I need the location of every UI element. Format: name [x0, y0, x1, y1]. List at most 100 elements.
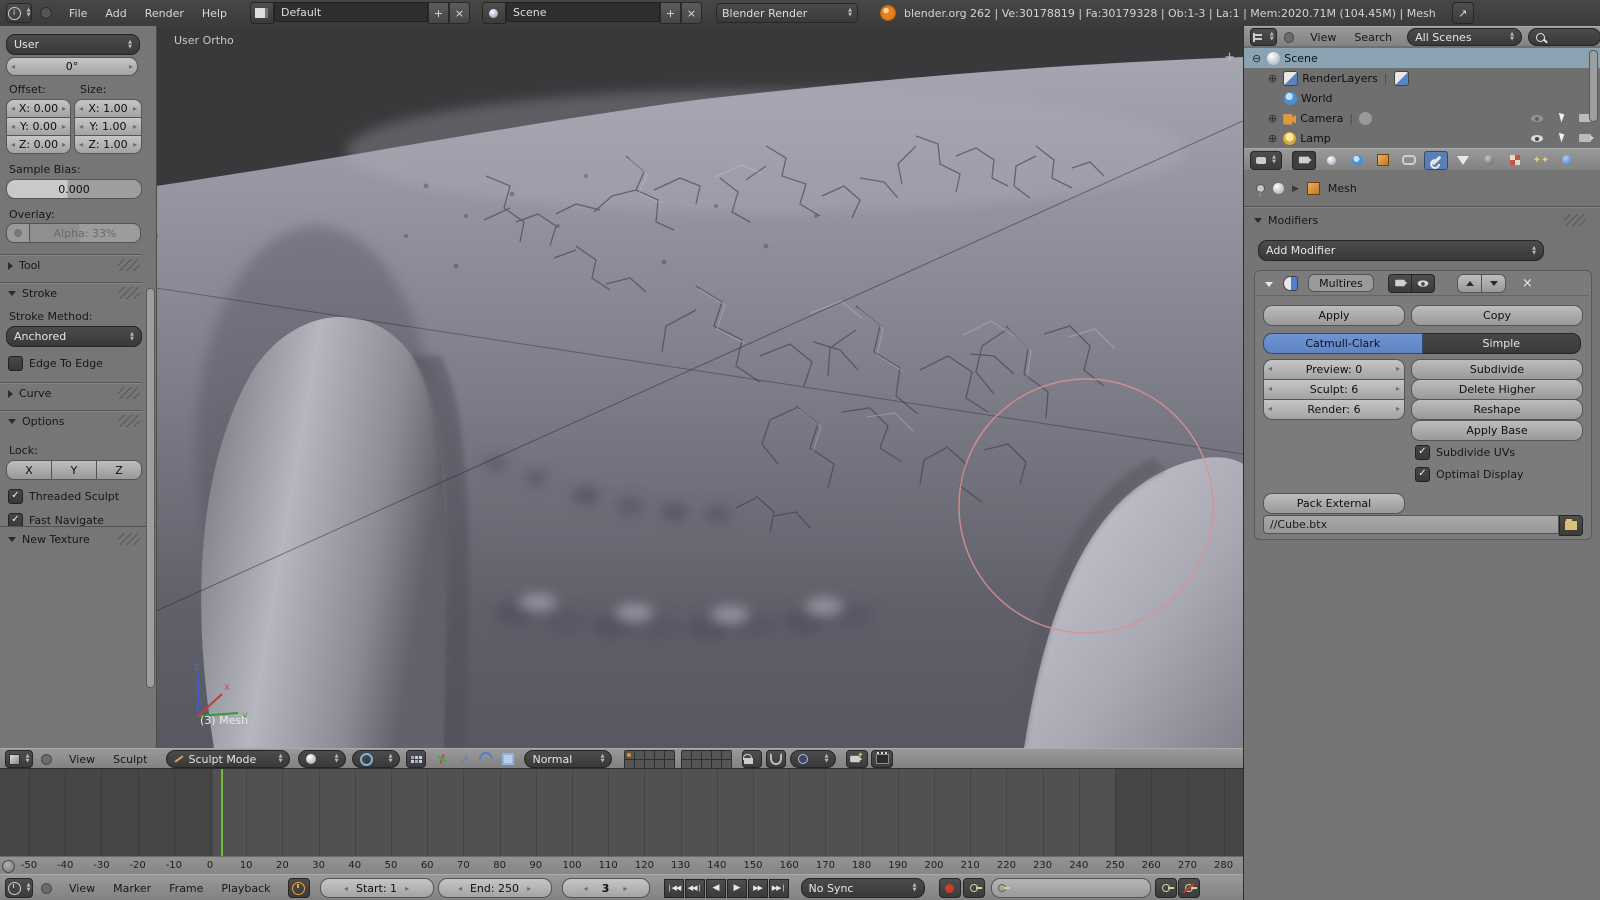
menu-file[interactable]: File [60, 7, 96, 20]
layer-cell[interactable] [722, 750, 732, 759]
subdivide-uvs-row[interactable]: ✓ Subdivide UVs [1415, 445, 1515, 460]
lock-x-button[interactable]: X [6, 460, 52, 480]
scale-manipulator-icon[interactable] [498, 750, 518, 768]
selectable-icon[interactable] [1558, 111, 1567, 125]
tab-render[interactable] [1292, 150, 1316, 170]
pivot-point-dropdown[interactable]: ▲ ▼ [352, 750, 401, 768]
delete-higher-button[interactable]: Delete Higher [1411, 379, 1583, 400]
angle-field[interactable]: ◂ 0° ▸ [6, 57, 138, 76]
delete-modifier-icon[interactable]: × [1522, 276, 1533, 291]
expander-icon[interactable]: ⊕ [1268, 132, 1277, 145]
editor-type-outliner-icon[interactable]: ▲ ▼ [1250, 28, 1277, 46]
move-modifier-down-button[interactable] [1482, 273, 1506, 293]
outliner-menu-search[interactable]: Search [1345, 31, 1401, 44]
panel-drag-hatch[interactable] [118, 287, 140, 299]
add-modifier-dropdown[interactable]: Add Modifier ▲ ▼ [1258, 240, 1544, 261]
add-layout-button[interactable]: + [427, 2, 449, 24]
menu-add[interactable]: Add [96, 7, 135, 20]
npanel-plus-icon[interactable]: + [1224, 50, 1235, 65]
layer-cell[interactable] [682, 759, 692, 768]
texture-view-dropdown[interactable]: User ▲ ▼ [6, 34, 140, 55]
play-button[interactable]: ▶ [726, 878, 747, 898]
panel-new-texture[interactable]: New Texture [8, 533, 90, 546]
tab-object[interactable] [1372, 152, 1394, 169]
collapse-menus-icon[interactable] [1283, 31, 1295, 43]
layer-cell[interactable] [655, 759, 665, 768]
edge-to-edge-checkbox[interactable]: ✓ [8, 356, 23, 371]
view3d-menu-view[interactable]: View [60, 753, 104, 766]
hide-icon[interactable] [1531, 132, 1543, 145]
layer-cell[interactable] [712, 750, 722, 759]
layer-cell[interactable] [722, 759, 732, 768]
size-x-field[interactable]: ◂ X: 1.00 ▸ [74, 99, 142, 118]
collapse-menus-icon[interactable] [41, 882, 52, 894]
keying-set-icon[interactable] [962, 878, 985, 898]
screen-layout-name[interactable]: Default [273, 2, 428, 22]
layer-grid[interactable] [624, 749, 676, 769]
tab-constraints[interactable] [1398, 152, 1420, 169]
outliner-row-world[interactable]: World [1244, 88, 1600, 108]
panel-tool[interactable]: Tool [8, 259, 40, 272]
collapse-menus-icon[interactable] [41, 753, 52, 765]
offset-x-field[interactable]: ◂ X: 0.00 ▸ [6, 99, 71, 118]
reshape-button[interactable]: Reshape [1411, 399, 1583, 420]
expander-icon[interactable]: ⊖ [1252, 52, 1261, 65]
rotate-manipulator-icon[interactable] [476, 749, 497, 769]
layer-cell[interactable] [625, 759, 635, 768]
panel-options[interactable]: Options [8, 415, 64, 428]
timeline-menu-playback[interactable]: Playback [212, 882, 279, 895]
move-modifier-up-button[interactable] [1457, 273, 1482, 293]
size-y-field[interactable]: ◂ Y: 1.00 ▸ [74, 117, 142, 136]
pin-icon[interactable] [1256, 184, 1265, 197]
filepath-field[interactable]: //Cube.btx [1263, 515, 1559, 534]
lock-to-scene-icon[interactable] [742, 750, 763, 768]
pack-external-button[interactable]: Pack External [1263, 493, 1405, 514]
opengl-render-image-icon[interactable]: ✦ [846, 750, 869, 768]
layer-grid[interactable] [681, 749, 733, 769]
tab-particles[interactable]: ✦✦ [1530, 152, 1552, 169]
frame-start-field[interactable]: ◂ Start: 1 ▸ [319, 878, 434, 898]
timeline-menu-marker[interactable]: Marker [104, 882, 160, 895]
scene-icon[interactable] [481, 2, 506, 24]
hide-icon[interactable] [1531, 112, 1543, 125]
outliner-row-scene[interactable]: ⊖ Scene [1244, 48, 1600, 68]
lock-z-button[interactable]: Z [97, 460, 142, 480]
overlay-toggle[interactable] [6, 223, 30, 243]
delete-keyframe-button[interactable] [1177, 878, 1200, 898]
editor-type-properties-icon[interactable]: ▲ ▼ [1250, 150, 1282, 170]
modifier-name-field[interactable]: Multires [1308, 274, 1374, 292]
layer-cell[interactable] [682, 750, 692, 759]
jump-to-end-button[interactable]: ▶▶❘ [768, 878, 789, 898]
selectable-icon[interactable] [1558, 131, 1567, 145]
menu-help[interactable]: Help [193, 7, 236, 20]
layer-cell[interactable] [665, 750, 675, 759]
jump-to-start-button[interactable]: ❘◀◀ [663, 878, 684, 898]
expander-icon[interactable]: ⊕ [1268, 72, 1277, 85]
edge-to-edge-row[interactable]: ✓ Edge To Edge [8, 356, 103, 371]
layer-cell[interactable] [712, 759, 722, 768]
tab-texture[interactable] [1504, 152, 1526, 169]
transform-orientation-dropdown[interactable]: Normal ▲ ▼ [524, 750, 613, 768]
apply-button[interactable]: Apply [1263, 305, 1405, 326]
view3d-menu-sculpt[interactable]: Sculpt [104, 753, 156, 766]
outliner-menu-view[interactable]: View [1301, 31, 1345, 44]
menu-render[interactable]: Render [136, 7, 193, 20]
overlay-alpha-slider[interactable]: Alpha: 33% [30, 223, 141, 243]
object-breadcrumb-icon[interactable] [1273, 183, 1284, 194]
layer-cell[interactable] [645, 759, 655, 768]
manipulator-axis-icon[interactable] [432, 750, 452, 768]
subdivide-uvs-checkbox[interactable]: ✓ [1415, 445, 1430, 460]
outliner-search-box[interactable] [1527, 28, 1600, 46]
tab-material[interactable] [1478, 152, 1500, 169]
current-frame-line[interactable] [220, 769, 223, 857]
next-keyframe-button[interactable]: ▶▶ [747, 878, 768, 898]
layer-cell[interactable] [702, 750, 712, 759]
sample-bias-slider[interactable]: 0.000 [6, 179, 142, 199]
file-browse-button[interactable] [1559, 515, 1583, 536]
preview-range-clock-icon[interactable] [287, 878, 310, 898]
layer-cell[interactable] [645, 750, 655, 759]
delete-layout-button[interactable]: × [448, 2, 470, 24]
panel-modifiers[interactable]: Modifiers [1254, 214, 1318, 227]
viewport-3d[interactable]: z x y User Ortho (3) Mesh + [156, 26, 1243, 748]
window-duplicate-icon[interactable]: ↗ [1451, 2, 1474, 24]
